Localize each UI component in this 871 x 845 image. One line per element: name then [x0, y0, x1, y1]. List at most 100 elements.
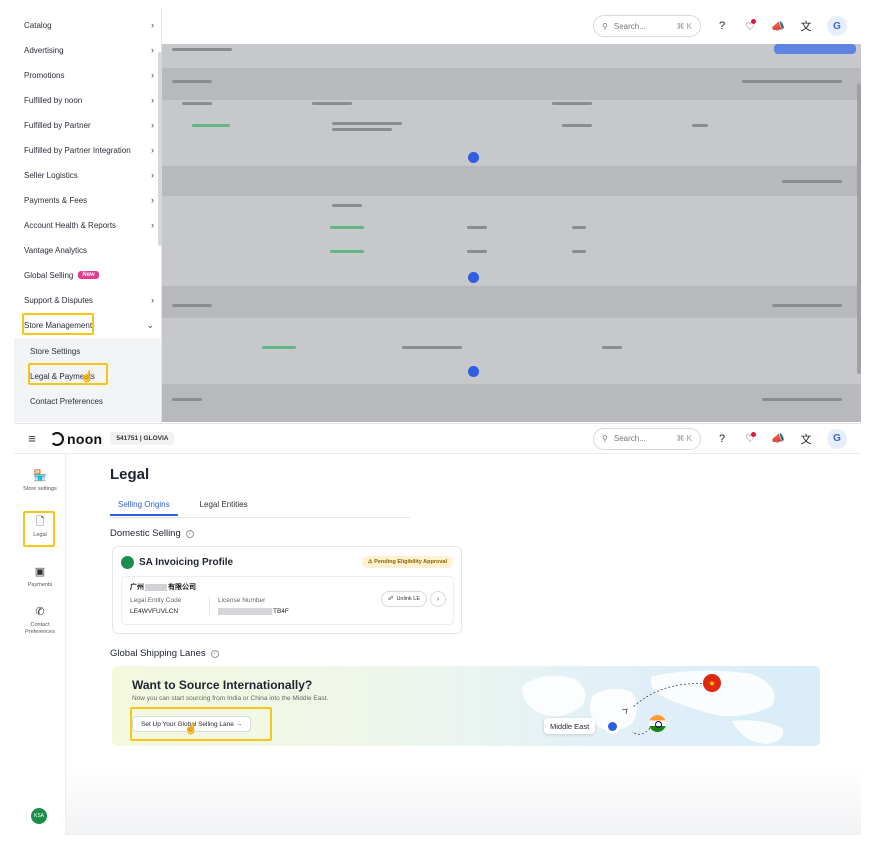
help-icon[interactable]: ? — [715, 19, 729, 33]
entity-name: 广州 有限公司 — [130, 583, 196, 591]
avatar[interactable]: G — [827, 428, 847, 449]
submenu-item-contact-preferences[interactable]: Contact Preferences — [30, 392, 160, 410]
megaphone-icon[interactable]: 📣 — [771, 19, 785, 33]
store-icon: 🏪 — [33, 470, 47, 482]
menu-item-fbp-integration[interactable]: Fulfilled by Partner Integration › — [24, 141, 154, 159]
entity-code-label: Legal Entity Code — [130, 597, 182, 604]
navigation-menu: Catalog › Advertising › Promotions › Fulfil… — [14, 8, 162, 422]
chevron-right-icon: › — [436, 595, 440, 603]
menu-item-fulfilled-by-partner[interactable]: Fulfilled by Partner › — [24, 116, 154, 134]
menu-item-fulfilled-by-noon[interactable]: Fulfilled by noon › — [24, 91, 154, 109]
bell-icon[interactable]: ♡ — [743, 431, 757, 446]
help-icon[interactable]: ? — [715, 432, 729, 446]
license-value: TB4F — [218, 608, 289, 615]
legal-entity-row: 广州 有限公司 Legal Entity Code LE4WVFUVLCN Lic… — [121, 576, 454, 625]
license-label: License Number — [218, 597, 266, 604]
store-selector[interactable]: 541751 | GLOVIA — [110, 432, 175, 445]
highlight-legal-payments — [28, 363, 108, 385]
search-input[interactable]: ⚲ Search... ⌘ K — [593, 15, 701, 37]
info-icon[interactable]: i — [185, 529, 194, 538]
menu-item-support-disputes[interactable]: Support & Disputes › — [24, 291, 154, 309]
chevron-right-icon: › — [151, 170, 154, 180]
rail-item-store-settings[interactable]: 🏪 Store settings — [16, 470, 64, 493]
top-screenshot: ⚲ Search... ⌘ K ? ♡ 📣 文 G Catalog › Adve… — [14, 8, 861, 422]
info-icon[interactable]: i — [210, 649, 219, 658]
background-scrollbar — [857, 84, 861, 374]
banner-title: Want to Source Internationally? — [132, 678, 313, 692]
bottom-fade — [66, 764, 861, 835]
sa-invoicing-profile-card: SA Invoicing Profile ⚠ Pending Eligibili… — [112, 546, 462, 634]
menu-scrollbar[interactable] — [158, 52, 162, 246]
highlight-legal-rail — [23, 511, 55, 547]
search-icon: ⚲ — [602, 434, 608, 443]
banner-subtitle: Now you can start sourcing from India or… — [132, 695, 329, 702]
new-badge: New — [78, 271, 99, 279]
tab-legal-entities[interactable]: Legal Entities — [192, 500, 256, 516]
highlight-store-management — [22, 313, 94, 335]
pointer-cursor-icon: ☝ — [184, 723, 198, 735]
notification-dot — [751, 431, 756, 437]
search-icon: ⚲ — [602, 21, 608, 31]
middle-east-label: Middle East — [544, 718, 596, 734]
chevron-right-icon: › — [151, 120, 154, 130]
saudi-flag-icon — [121, 556, 134, 569]
tabs-divider — [110, 517, 410, 518]
expand-entity-button[interactable]: › — [430, 591, 446, 607]
bottom-screenshot: ≡ noon 541751 | GLOVIA ⚲ Search... ⌘ K ?… — [14, 423, 861, 835]
highlight-setup-button — [130, 707, 272, 741]
chevron-right-icon: › — [151, 295, 154, 305]
tab-selling-origins[interactable]: Selling Origins — [110, 500, 178, 516]
india-flag-icon — [649, 715, 666, 732]
global-shipping-lanes-heading: Global Shipping Lanes i — [110, 648, 219, 659]
region-flag-icon[interactable]: KSA — [31, 808, 47, 824]
profile-title: SA Invoicing Profile — [121, 556, 233, 569]
unlink-icon: ☍ — [387, 596, 394, 602]
menu-item-promotions[interactable]: Promotions › — [24, 66, 154, 84]
submenu-item-store-settings[interactable]: Store Settings — [30, 342, 160, 360]
chevron-right-icon: › — [151, 195, 154, 205]
pointer-cursor-icon: ☝ — [80, 371, 94, 383]
megaphone-icon[interactable]: 📣 — [771, 432, 785, 446]
menu-item-seller-logistics[interactable]: Seller Logistics › — [24, 166, 154, 184]
menu-item-payments-fees[interactable]: Payments & Fees › — [24, 191, 154, 209]
world-map-illustration — [522, 670, 783, 744]
translate-icon[interactable]: 文 — [799, 19, 813, 33]
noon-logo[interactable]: noon — [50, 431, 102, 447]
cash-icon: ▣ — [34, 566, 46, 578]
phone-icon: ✆ — [35, 606, 45, 618]
entity-code-value: LE4WVFUVLCN — [130, 608, 179, 615]
search-input[interactable]: ⚲ Search... ⌘ K — [593, 427, 701, 450]
bell-icon[interactable]: ♡ — [743, 19, 757, 33]
redacted-text — [218, 608, 272, 615]
app-header: ≡ noon 541751 | GLOVIA ⚲ Search... ⌘ K ?… — [14, 424, 861, 454]
menu-item-account-health[interactable]: Account Health & Reports › — [24, 216, 154, 234]
logo-mark-icon — [50, 431, 64, 446]
china-flag-icon: ★ — [703, 674, 721, 692]
avatar[interactable]: G — [827, 16, 847, 36]
chevron-right-icon: › — [151, 95, 154, 105]
page-title: Legal — [110, 466, 150, 483]
menu-item-catalog[interactable]: Catalog › — [24, 16, 154, 34]
chevron-right-icon: › — [151, 145, 154, 155]
chevron-down-icon: ⌄ — [146, 319, 154, 330]
blurred-background-content — [162, 44, 861, 422]
notification-dot — [751, 19, 756, 24]
main-content: Legal Selling Origins Legal Entities Dom… — [66, 454, 861, 835]
rail-item-contact-preferences[interactable]: ✆ Contact Preferences — [16, 606, 64, 635]
divider — [209, 597, 210, 615]
search-shortcut: ⌘ K — [676, 21, 692, 31]
domestic-selling-heading: Domestic Selling i — [110, 528, 194, 539]
menu-item-advertising[interactable]: Advertising › — [24, 41, 154, 59]
chevron-right-icon: › — [151, 70, 154, 80]
menu-item-vantage-analytics[interactable]: Vantage Analytics — [24, 241, 154, 259]
unlink-le-button[interactable]: ☍ Unlink LE — [380, 591, 427, 607]
rail-item-payments[interactable]: ▣ Payments — [16, 566, 64, 589]
middle-east-marker — [608, 722, 617, 731]
side-rail: 🏪 Store settings 🗋 Legal ▣ Payments ✆ Contac… — [14, 454, 66, 835]
search-shortcut: ⌘ K — [676, 434, 692, 443]
status-badge: ⚠ Pending Eligibility Approval — [361, 556, 453, 568]
hamburger-menu-icon[interactable]: ≡ — [14, 431, 50, 446]
menu-item-global-selling[interactable]: Global Selling New — [24, 266, 154, 284]
chevron-right-icon: › — [151, 45, 154, 55]
translate-icon[interactable]: 文 — [799, 432, 813, 446]
